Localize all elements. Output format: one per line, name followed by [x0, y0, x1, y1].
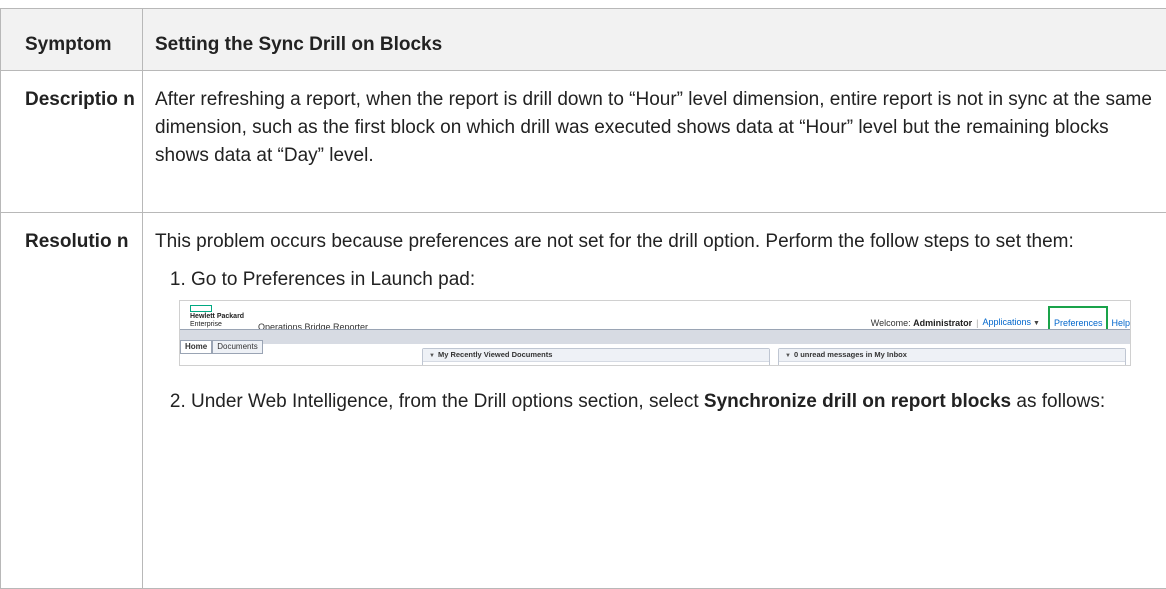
chevron-down-icon: ▼ — [1033, 320, 1040, 327]
step-2: Under Web Intelligence, from the Drill o… — [191, 388, 1161, 416]
step-2-option: Synchronize drill on report blocks — [704, 391, 1011, 412]
welcome-prefix: Welcome: — [871, 318, 911, 328]
applications-label: Applications — [982, 317, 1031, 327]
resolution-steps: Go to Preferences in Launch pad: Hewlett… — [155, 266, 1161, 416]
resolution-intro: This problem occurs because preferences … — [155, 228, 1161, 256]
welcome-user: Administrator — [913, 318, 972, 328]
step-1: Go to Preferences in Launch pad: Hewlett… — [191, 266, 1161, 366]
header-row: Symptom Setting the Sync Drill on Blocks — [1, 9, 1166, 71]
screenshot-tabbar: HomeDocuments — [180, 329, 1130, 344]
step-2-pre: Under Web Intelligence, from the Drill o… — [191, 391, 704, 412]
hpe-logo: Hewlett Packard Enterprise — [190, 305, 250, 329]
recent-documents-title: My Recently Viewed Documents — [438, 350, 552, 359]
step-1-text: Go to Preferences in Launch pad: — [191, 269, 475, 290]
collapse-triangle-icon[interactable]: ▼ — [785, 353, 791, 359]
collapse-triangle-icon[interactable]: ▼ — [429, 353, 435, 359]
tab-documents[interactable]: Documents — [212, 340, 262, 354]
description-text: After refreshing a report, when the repo… — [143, 71, 1166, 213]
symptom-title: Setting the Sync Drill on Blocks — [143, 9, 1166, 71]
launchpad-screenshot: Hewlett Packard Enterprise Operations Br… — [179, 300, 1131, 366]
inbox-title: 0 unread messages in My Inbox — [794, 350, 907, 359]
resolution-label: Resolutio n — [1, 213, 143, 589]
step-2-post: as follows: — [1011, 391, 1105, 412]
resolution-content: This problem occurs because preferences … — [143, 213, 1166, 589]
symptom-label: Symptom — [1, 9, 143, 71]
logo-line2: Enterprise — [190, 321, 250, 329]
description-label: Descriptio n — [1, 71, 143, 213]
description-paragraph: After refreshing a report, when the repo… — [155, 86, 1161, 170]
recent-documents-header: ▼My Recently Viewed Documents — [423, 349, 769, 362]
recent-documents-panel: ▼My Recently Viewed Documents — [422, 348, 770, 366]
inbox-panel: ▼0 unread messages in My Inbox — [778, 348, 1126, 366]
hpe-logo-mark — [190, 305, 212, 312]
screenshot-topbar: Hewlett Packard Enterprise Operations Br… — [180, 301, 1130, 329]
description-row: Descriptio n After refreshing a report, … — [1, 71, 1166, 213]
tab-home[interactable]: Home — [180, 340, 212, 354]
troubleshooting-table: Symptom Setting the Sync Drill on Blocks… — [0, 8, 1166, 589]
inbox-header: ▼0 unread messages in My Inbox — [779, 349, 1125, 362]
resolution-row: Resolutio n This problem occurs because … — [1, 213, 1166, 589]
logo-line1: Hewlett Packard — [190, 313, 250, 321]
